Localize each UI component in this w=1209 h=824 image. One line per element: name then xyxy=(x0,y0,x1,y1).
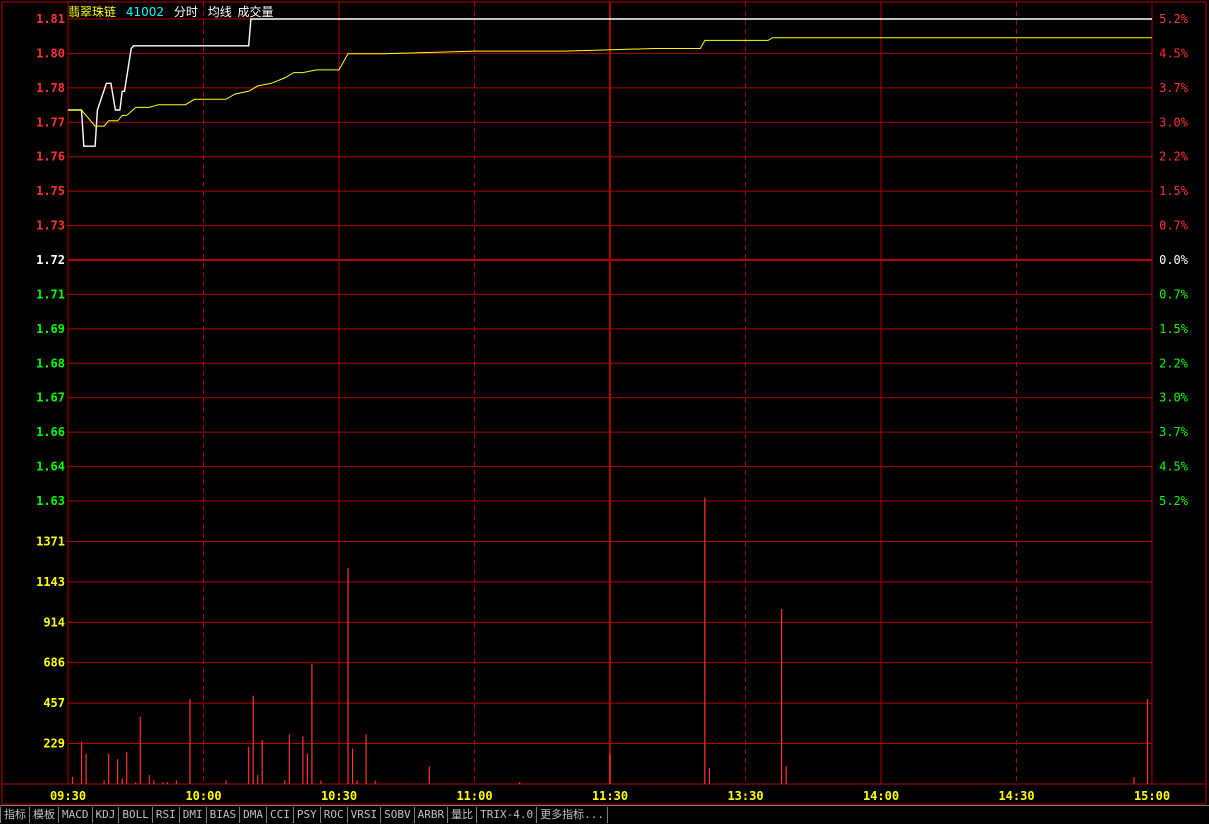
stock-name: 翡翠珠链 xyxy=(68,5,117,19)
time-tick-label: 15:00 xyxy=(1134,789,1170,803)
intraday-chart[interactable]: 1.81 5.2% 1.80 4.5% 1.78 3.7% 1.77 3.0% 1.76 2.2%… xyxy=(0,0,1209,823)
time-tick-label: 14:30 xyxy=(998,789,1034,803)
indicator-tab[interactable]: DMI xyxy=(180,807,207,823)
indicator-tab-bar: 指标 模板 MACD KDJ BOLL RSI DMI BIAS DMA CCI PSY ROC VRS… xyxy=(0,805,1209,824)
price-tick-label: 1.78 xyxy=(36,81,65,95)
legend-price: 分时 xyxy=(173,5,198,19)
indicator-tab[interactable]: ROC xyxy=(321,807,348,823)
price-tick-label: 1.69 xyxy=(36,322,65,336)
indicator-tab[interactable]: 指标 xyxy=(0,807,30,823)
time-tick-label: 10:00 xyxy=(185,789,221,803)
indicator-tab[interactable]: DMA xyxy=(240,807,267,823)
indicator-tab[interactable]: BIAS xyxy=(207,807,241,823)
percent-tick-label: 3.0% xyxy=(1159,115,1189,129)
percent-tick-label: 3.7% xyxy=(1159,425,1189,439)
legend-average: 均线 xyxy=(207,5,232,19)
price-tick-label: 1.68 xyxy=(36,356,65,370)
price-tick-label: 1.67 xyxy=(36,391,65,405)
price-tick-label: 1.81 xyxy=(36,12,65,26)
indicator-tab[interactable]: MACD xyxy=(59,807,93,823)
price-tick-label: 1.76 xyxy=(36,150,65,164)
percent-tick-label: 0.7% xyxy=(1159,219,1189,233)
indicator-tab[interactable]: SOBV xyxy=(381,807,415,823)
percent-tick-label: 2.2% xyxy=(1159,356,1189,370)
volume-tick-label: 229 xyxy=(43,736,65,750)
percent-tick-label: 0.0% xyxy=(1159,253,1189,267)
percent-tick-label: 2.2% xyxy=(1159,150,1189,164)
percent-tick-label: 0.7% xyxy=(1159,287,1189,301)
percent-tick-label: 3.0% xyxy=(1159,391,1189,405)
percent-tick-label: 5.2% xyxy=(1159,494,1189,508)
time-tick-label: 13:30 xyxy=(727,789,763,803)
volume-tick-label: 686 xyxy=(43,656,65,670)
percent-tick-label: 4.5% xyxy=(1159,46,1189,60)
indicator-tab[interactable]: 更多指标... xyxy=(537,807,608,823)
price-tick-label: 1.80 xyxy=(36,46,65,60)
stock-code: 41002 xyxy=(125,5,165,19)
price-tick-label: 1.75 xyxy=(36,184,65,198)
price-tick-label: 1.63 xyxy=(36,494,65,508)
percent-tick-label: 3.7% xyxy=(1159,81,1189,95)
indicator-tab[interactable]: ARBR xyxy=(415,807,449,823)
price-tick-label: 1.73 xyxy=(36,219,65,233)
time-tick-label: 11:00 xyxy=(456,789,492,803)
percent-tick-label: 5.2% xyxy=(1159,12,1189,26)
price-tick-label: 1.77 xyxy=(36,115,65,129)
price-tick-label: 1.71 xyxy=(36,287,65,301)
price-tick-label: 1.64 xyxy=(36,460,65,474)
indicator-tab[interactable]: PSY xyxy=(294,807,321,823)
price-tick-label: 1.72 xyxy=(36,253,65,267)
percent-tick-label: 4.5% xyxy=(1159,460,1189,474)
indicator-tab[interactable]: VRSI xyxy=(348,807,382,823)
indicator-tab[interactable]: TRIX-4.0 xyxy=(477,807,538,823)
time-tick-label: 10:30 xyxy=(321,789,357,803)
indicator-tab[interactable]: CCI xyxy=(267,807,294,823)
percent-tick-label: 1.5% xyxy=(1159,322,1189,336)
volume-tick-label: 457 xyxy=(43,696,65,710)
volume-tick-label: 1143 xyxy=(36,575,65,589)
time-tick-label: 09:30 xyxy=(50,789,86,803)
legend-volume: 成交量 xyxy=(237,5,274,19)
price-tick-label: 1.66 xyxy=(36,425,65,439)
indicator-tab[interactable]: KDJ xyxy=(93,807,120,823)
volume-tick-label: 914 xyxy=(43,615,65,629)
volume-tick-label: 1371 xyxy=(36,535,65,549)
indicator-tab[interactable]: 量比 xyxy=(448,807,478,823)
indicator-tab[interactable]: 模板 xyxy=(30,807,59,823)
percent-tick-label: 1.5% xyxy=(1159,184,1189,198)
indicator-tab[interactable]: RSI xyxy=(153,807,180,823)
time-tick-label: 11:30 xyxy=(592,789,628,803)
chart-header: 翡翠珠链 41002 分时 均线 成交量 xyxy=(68,3,280,19)
indicator-tab[interactable]: BOLL xyxy=(119,807,153,823)
time-tick-label: 14:00 xyxy=(863,789,899,803)
